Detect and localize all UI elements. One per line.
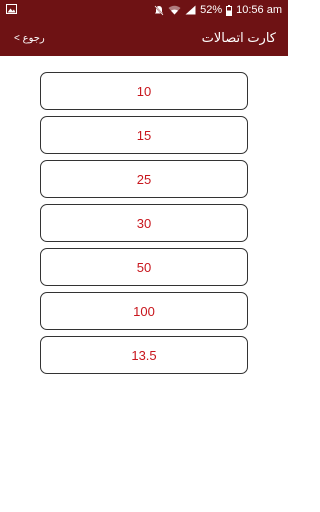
- battery-percent: 52%: [200, 4, 223, 16]
- amount-button-13-5[interactable]: 13.5: [40, 336, 248, 374]
- amount-button-25[interactable]: 25: [40, 160, 248, 198]
- amount-button-15[interactable]: 15: [40, 116, 248, 154]
- wifi-icon: [168, 5, 181, 15]
- signal-icon: [185, 5, 196, 15]
- image-icon: [6, 3, 17, 17]
- clock: 10:56 am: [236, 4, 282, 16]
- battery-icon: [226, 4, 233, 16]
- amount-button-30[interactable]: 30: [40, 204, 248, 242]
- status-right: 52% 10:56 am: [154, 4, 282, 16]
- amount-list: 10 15 25 30 50 100 13.5: [40, 72, 248, 374]
- back-button[interactable]: رجوع >: [14, 33, 45, 44]
- status-bar: 52% 10:56 am: [0, 0, 288, 20]
- app-bar: رجوع > كارت اتصالات: [0, 20, 288, 56]
- mute-icon: [154, 4, 164, 16]
- amount-button-50[interactable]: 50: [40, 248, 248, 286]
- amount-button-10[interactable]: 10: [40, 72, 248, 110]
- page-title: كارت اتصالات: [201, 30, 276, 45]
- status-left: [6, 3, 17, 17]
- amount-button-100[interactable]: 100: [40, 292, 248, 330]
